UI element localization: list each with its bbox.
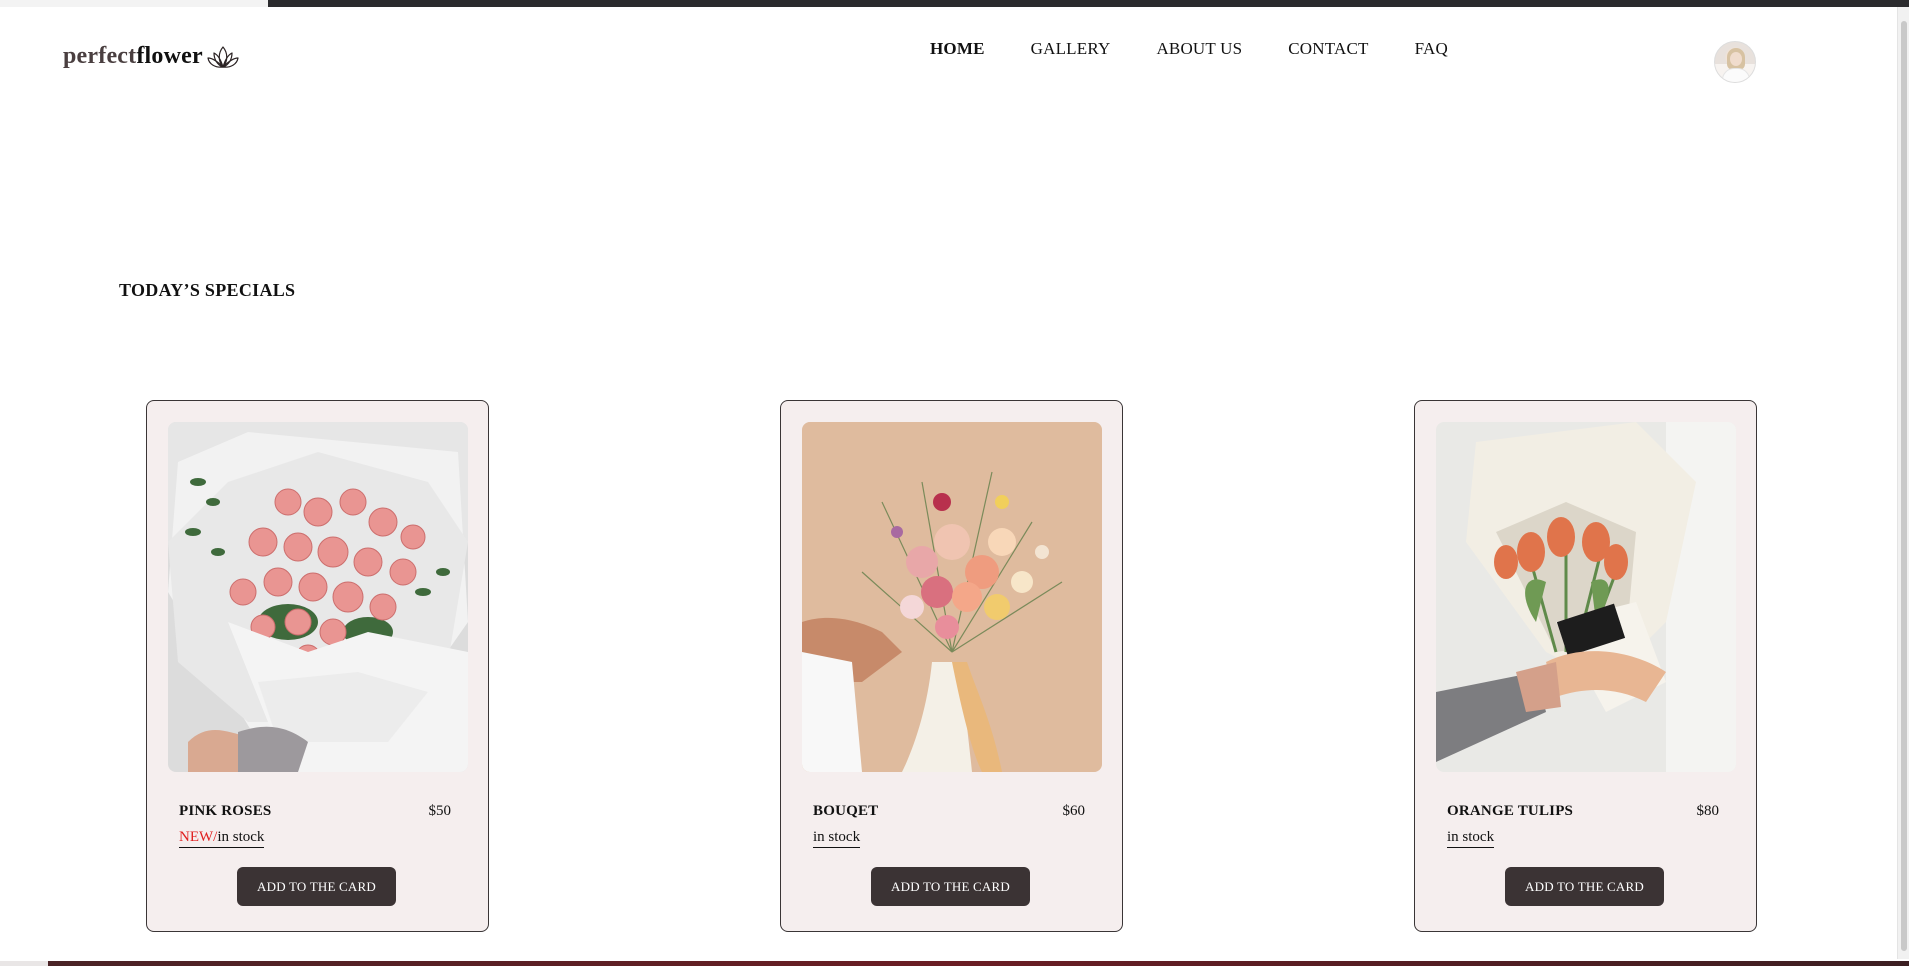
user-avatar[interactable] bbox=[1714, 41, 1756, 83]
orange-tulips-image bbox=[1436, 422, 1736, 772]
add-to-cart-button[interactable]: ADD TO THE CARD bbox=[237, 867, 396, 906]
product-card-pink-roses: PINK ROSES $50 NEW/in stock ADD TO THE C… bbox=[146, 400, 489, 932]
lotus-icon bbox=[207, 46, 239, 68]
add-to-cart-button[interactable]: ADD TO THE CARD bbox=[1505, 867, 1664, 906]
nav-gallery[interactable]: GALLERY bbox=[1031, 39, 1111, 59]
nav-contact[interactable]: CONTACT bbox=[1288, 39, 1368, 59]
main-nav: HOME GALLERY ABOUT US CONTACT FAQ bbox=[930, 39, 1448, 59]
section-title-todays-specials: TODAY’S SPECIALS bbox=[119, 280, 296, 300]
product-name: BOUQET bbox=[813, 803, 879, 819]
product-card-bouqet: BOUQET $60 in stock ADD TO THE CARD bbox=[780, 400, 1123, 932]
nav-about-us[interactable]: ABOUT US bbox=[1156, 39, 1242, 59]
stock-status: in stock bbox=[1447, 829, 1495, 848]
add-to-cart-button[interactable]: ADD TO THE CARD bbox=[871, 867, 1030, 906]
stock-status: in stock bbox=[813, 829, 861, 848]
new-badge: NEW/ bbox=[179, 829, 218, 845]
product-name: ORANGE TULIPS bbox=[1447, 803, 1574, 819]
product-price: $50 bbox=[428, 803, 452, 819]
product-price: $80 bbox=[1696, 803, 1720, 819]
product-name: PINK ROSES bbox=[179, 803, 272, 819]
product-card-orange-tulips: ORANGE TULIPS $80 in stock ADD TO THE CA… bbox=[1414, 400, 1757, 932]
pink-roses-image bbox=[168, 422, 468, 772]
nav-home[interactable]: HOME bbox=[930, 39, 985, 59]
browser-top-bar bbox=[0, 0, 1909, 7]
nav-faq[interactable]: FAQ bbox=[1415, 39, 1448, 59]
page-scrollbar[interactable] bbox=[1897, 7, 1909, 959]
mixed-bouquet-image bbox=[802, 422, 1102, 772]
product-price: $60 bbox=[1062, 803, 1086, 819]
site-header: perfect flower HOME GALLERY ABOUT US CONT… bbox=[0, 7, 1897, 97]
site-logo[interactable]: perfect flower bbox=[63, 41, 240, 71]
bottom-edge-bar bbox=[0, 961, 1909, 966]
stock-status: NEW/in stock bbox=[179, 829, 265, 848]
